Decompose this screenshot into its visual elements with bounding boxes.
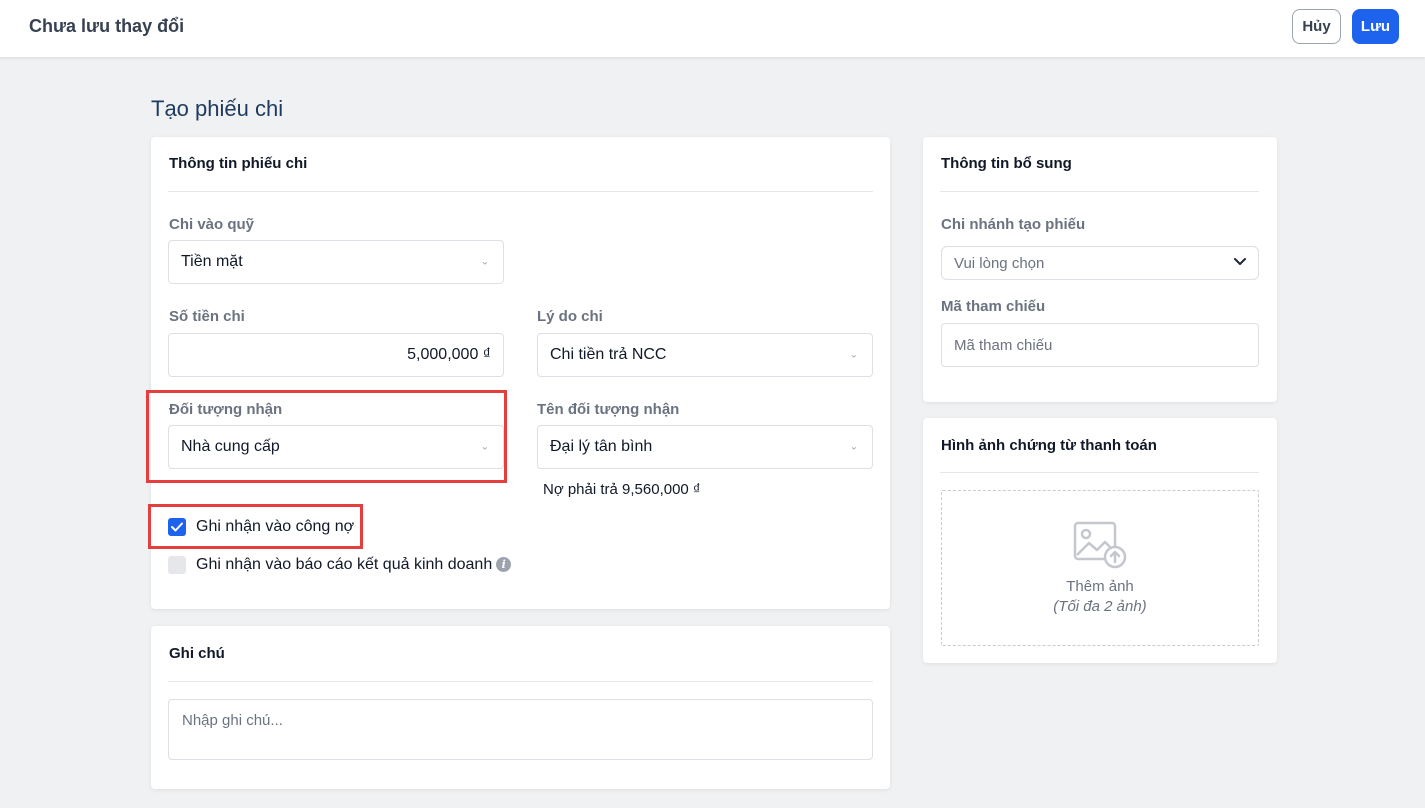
notes-card: Ghi chú Nhập ghi chú... [151,626,890,789]
chevron-down-icon: ⌄ [480,256,489,268]
unsaved-status: Chưa lưu thay đổi [29,16,185,36]
payment-images-card: Hình ảnh chứng từ thanh toán Thêm ảnh (T… [923,418,1277,663]
divider [940,191,1259,192]
reason-select[interactable]: Chi tiền trả NCC ⌄ [537,333,873,377]
image-upload-dropzone[interactable]: Thêm ảnh (Tối đa 2 ảnh) [941,490,1259,646]
extra-info-card: Thông tin bổ sung Chi nhánh tạo phiếu Vu… [923,137,1277,402]
divider [940,472,1259,473]
reference-placeholder: Mã tham chiếu [954,336,1053,354]
fund-label: Chi vào quỹ [169,216,255,233]
recipient-name-select[interactable]: Đại lý tân bình ⌄ [537,425,873,469]
chevron-down-icon: ⌄ [849,349,858,361]
voucher-info-title: Thông tin phiếu chi [169,155,308,172]
highlight-recipient-type [146,390,507,483]
info-icon[interactable]: i [496,557,512,573]
divider [168,681,873,682]
branch-placeholder: Vui lòng chọn [954,254,1045,272]
payment-images-title: Hình ảnh chứng từ thanh toán [941,437,1157,454]
record-report-label: Ghi nhận vào báo cáo kết quả kinh doanh [196,556,493,573]
amount-label: Số tiền chi [169,308,245,325]
branch-select[interactable]: Vui lòng chọn [941,246,1259,280]
highlight-record-debt [148,504,363,549]
chevron-down-icon: ⌄ [849,441,858,453]
recipient-name-value: Đại lý tân bình [550,438,653,455]
add-image-label: Thêm ảnh [1066,578,1134,595]
extra-info-title: Thông tin bổ sung [941,155,1072,172]
notes-title: Ghi chú [169,645,225,662]
recipient-name-label: Tên đối tượng nhận [537,401,680,418]
notes-placeholder: Nhập ghi chú... [182,712,283,729]
reference-label: Mã tham chiếu [941,298,1046,315]
reason-value: Chi tiền trả NCC [550,346,667,363]
save-button[interactable]: Lưu [1352,9,1399,44]
reason-label: Lý do chi [537,308,603,325]
record-report-row[interactable]: Ghi nhận vào báo cáo kết quả kinh doanh i [196,556,512,574]
cancel-button[interactable]: Hủy [1292,9,1341,44]
branch-label: Chi nhánh tạo phiếu [941,216,1086,233]
image-limit-note: (Tối đa 2 ảnh) [1053,598,1147,615]
amount-value: 5,000,000 ₫ [407,346,491,363]
reference-input[interactable]: Mã tham chiếu [941,323,1259,367]
payable-debt-note: Nợ phải trả 9,560,000 ₫ [543,481,701,498]
chevron-down-icon [1234,258,1246,265]
top-bar: Chưa lưu thay đổi Hủy Lưu [0,0,1425,57]
fund-value: Tiền mặt [181,253,243,270]
record-report-checkbox[interactable] [168,556,186,574]
image-upload-icon [1073,521,1127,569]
amount-input[interactable]: 5,000,000 ₫ [168,333,504,377]
page-title: Tạo phiếu chi [151,96,284,121]
divider [168,191,873,192]
notes-textarea[interactable]: Nhập ghi chú... [168,699,873,760]
fund-select[interactable]: Tiền mặt ⌄ [168,240,504,284]
